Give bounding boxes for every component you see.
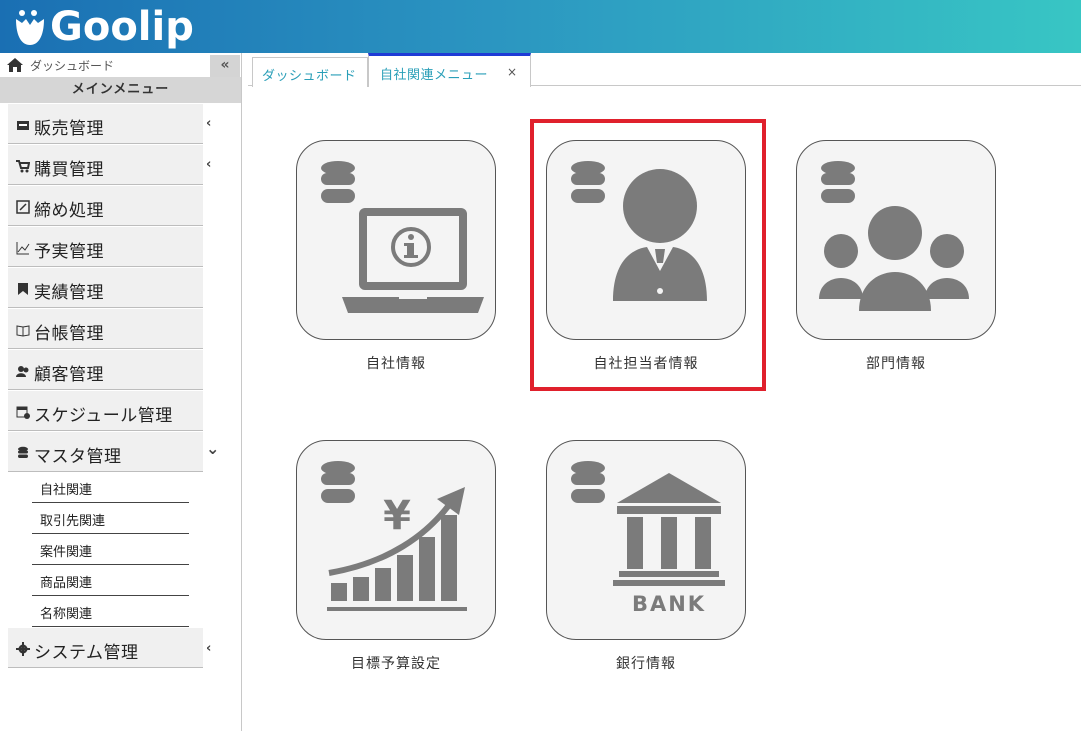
bank-text: BANK (632, 592, 706, 616)
subitem-label: 商品関連 (40, 576, 93, 591)
app-window: Goolip ダッシュボード « メインメニュー 販売管理 ‹ 購買管理 ‹ 締… (0, 0, 1081, 731)
sidebar-item-results[interactable]: 実績管理 (8, 268, 203, 308)
sidebar-item-forecast[interactable]: 予実管理 (8, 227, 203, 267)
top-header: Goolip (0, 0, 1081, 53)
tile-label-company-info: 自社情報 (366, 356, 426, 372)
selection-highlight (530, 119, 766, 391)
closing-icon (16, 199, 30, 214)
sidebar-subitem-company[interactable]: 自社関連 (32, 472, 189, 503)
book-icon (16, 322, 30, 337)
tab-dashboard[interactable]: ダッシュボード (252, 57, 368, 87)
sidebar: ダッシュボード « メインメニュー 販売管理 ‹ 購買管理 ‹ 締め処理 予実管… (0, 53, 242, 731)
calendar-icon (16, 404, 30, 419)
tile-label-bank-info: 銀行情報 (616, 656, 676, 672)
tab-company-menu[interactable]: 自社関連メニュー × (368, 53, 531, 87)
register-icon (16, 117, 30, 131)
tulip-logo-icon (12, 7, 48, 47)
sidebar-subitem-names[interactable]: 名称関連 (32, 596, 189, 627)
yen-growth-icon: ¥ (321, 461, 467, 611)
chevron-down-icon[interactable]: ⌄ (206, 439, 219, 458)
sidebar-item-label: スケジュール管理 (34, 406, 173, 426)
subitem-label: 名称関連 (40, 607, 93, 622)
chevron-left-icon[interactable]: ‹ (206, 641, 211, 656)
sidebar-item-label: 締め処理 (34, 201, 104, 221)
dashboard-label: ダッシュボード (30, 59, 115, 73)
sidebar-item-sales[interactable]: 販売管理 (8, 104, 203, 144)
bookmark-icon (16, 281, 30, 295)
sidebar-item-system[interactable]: システム管理 (8, 628, 203, 668)
tab-bar: ダッシュボード 自社関連メニュー × (248, 53, 1081, 87)
sidebar-item-label: 台帳管理 (34, 324, 104, 344)
tile-department-info[interactable] (796, 140, 996, 340)
sidebar-item-purchase[interactable]: 購買管理 (8, 145, 203, 185)
sidebar-item-label: 実績管理 (34, 283, 104, 303)
subitem-label: 案件関連 (40, 545, 93, 560)
svg-text:¥: ¥ (383, 493, 411, 539)
sidebar-item-ledger[interactable]: 台帳管理 (8, 309, 203, 349)
subitem-label: 取引先関連 (40, 514, 106, 529)
sidebar-item-schedule[interactable]: スケジュール管理 (8, 391, 203, 431)
tile-bank-info[interactable]: BANK (546, 440, 746, 640)
tile-label-department-info: 部門情報 (866, 356, 926, 372)
users-icon (16, 363, 30, 377)
sidebar-subitem-projects[interactable]: 案件関連 (32, 534, 189, 565)
tile-budget-setting[interactable]: ¥ (296, 440, 496, 640)
tile-label-budget-setting: 目標予算設定 (351, 656, 441, 672)
sidebar-item-label: 顧客管理 (34, 365, 104, 385)
sidebar-item-label: 販売管理 (34, 119, 104, 139)
close-icon[interactable]: × (507, 65, 517, 79)
sidebar-item-label: 購買管理 (34, 160, 104, 180)
sidebar-subitem-products[interactable]: 商品関連 (32, 565, 189, 596)
sidebar-item-label: システム管理 (34, 643, 139, 663)
brand-name: Goolip (50, 4, 194, 50)
home-icon (6, 57, 24, 77)
chevron-left-icon[interactable]: ‹ (206, 116, 211, 131)
tile-company-info[interactable] (296, 140, 496, 340)
sidebar-collapse-button[interactable]: « (210, 55, 240, 77)
chevron-left-icon[interactable]: ‹ (206, 157, 211, 172)
bank-icon: BANK (571, 461, 725, 616)
line-chart-icon (16, 240, 30, 255)
sidebar-item-label: 予実管理 (34, 242, 104, 262)
tab-label: ダッシュボード (262, 69, 357, 84)
sidebar-subitem-partners[interactable]: 取引先関連 (32, 503, 189, 534)
group-icon (819, 161, 969, 311)
database-icon (16, 445, 30, 459)
main-menu-header: メインメニュー (0, 77, 241, 103)
tab-label: 自社関連メニュー (380, 68, 489, 83)
gear-icon (16, 641, 30, 656)
laptop-info-icon (321, 161, 484, 313)
subitem-label: 自社関連 (40, 483, 93, 498)
sidebar-item-closing[interactable]: 締め処理 (8, 186, 203, 226)
sidebar-item-label: マスタ管理 (34, 447, 122, 467)
cart-icon (16, 158, 31, 173)
sidebar-item-master[interactable]: マスタ管理 (8, 432, 203, 472)
sidebar-dashboard-link[interactable]: ダッシュボード (0, 53, 241, 77)
brand-logo[interactable]: Goolip (12, 2, 194, 52)
sidebar-item-customers[interactable]: 顧客管理 (8, 350, 203, 390)
